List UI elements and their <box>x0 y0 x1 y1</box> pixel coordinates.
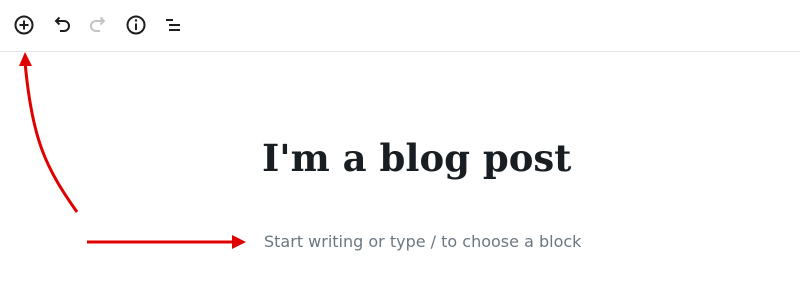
outline-button[interactable] <box>159 11 187 39</box>
list-outline-icon <box>166 19 180 31</box>
undo-button[interactable] <box>48 11 76 39</box>
block-placeholder[interactable]: Start writing or type / to choose a bloc… <box>264 230 581 254</box>
redo-icon <box>90 16 106 32</box>
redo-button[interactable] <box>84 11 112 39</box>
post-title[interactable]: I'm a blog post <box>262 133 571 183</box>
add-block-button[interactable] <box>10 11 38 39</box>
info-icon <box>126 15 146 35</box>
undo-icon <box>54 16 70 32</box>
editor-top-toolbar <box>0 0 800 52</box>
annotation-arrow-curve <box>23 61 79 213</box>
annotation-arrowhead-up <box>19 52 32 66</box>
annotation-arrowhead-right <box>232 235 246 249</box>
info-button[interactable] <box>122 11 150 39</box>
plus-circle-icon <box>14 15 34 35</box>
